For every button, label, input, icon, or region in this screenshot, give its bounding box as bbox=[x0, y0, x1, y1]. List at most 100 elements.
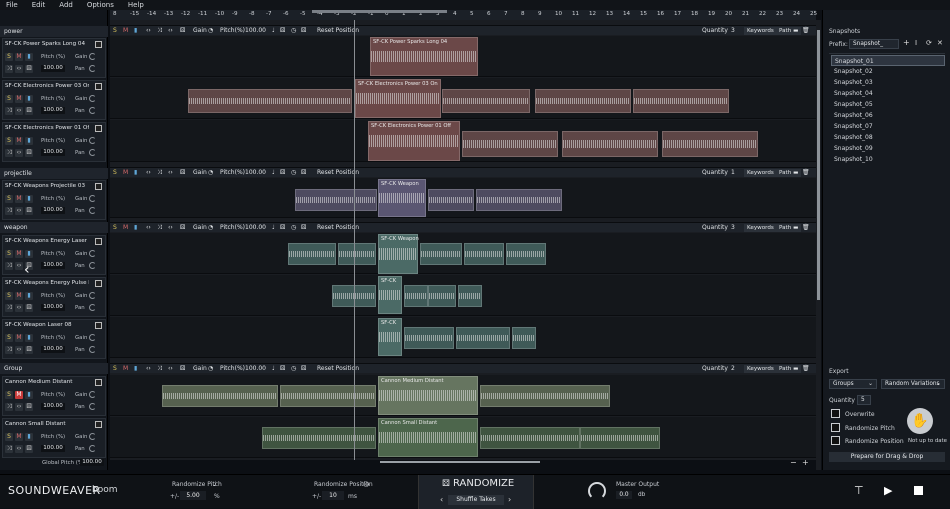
horizontal-scrollbar[interactable] bbox=[380, 461, 540, 463]
pan-knob[interactable] bbox=[89, 346, 96, 353]
dice-icon[interactable]: ⚄ bbox=[25, 207, 33, 215]
mute-button[interactable]: M bbox=[15, 250, 23, 258]
clip-active[interactable]: SF-CK Weapon bbox=[378, 179, 426, 217]
clip-active[interactable]: SF-CK Power Sparks Long 04 bbox=[370, 37, 478, 76]
snapshot-item[interactable]: Snapshot_08 bbox=[831, 132, 945, 143]
gain-knob[interactable] bbox=[89, 433, 96, 440]
quantity-value[interactable]: 2 bbox=[731, 365, 735, 372]
pan-knob[interactable] bbox=[89, 207, 96, 214]
expand-icon[interactable]: ‹› bbox=[168, 27, 173, 34]
clip[interactable] bbox=[162, 385, 278, 407]
drag-hand-icon[interactable]: ✋ bbox=[907, 408, 933, 434]
mute-button[interactable]: M bbox=[15, 292, 23, 300]
track-select-checkbox[interactable] bbox=[95, 280, 102, 287]
lock-icon[interactable]: ▮ bbox=[25, 250, 33, 258]
lock-icon[interactable]: ▮ bbox=[134, 169, 137, 176]
snapshot-item[interactable]: Snapshot_06 bbox=[831, 110, 945, 121]
mute-button[interactable]: M bbox=[15, 95, 23, 103]
clip[interactable] bbox=[562, 131, 658, 157]
track-select-checkbox[interactable] bbox=[95, 41, 102, 48]
dice-icon[interactable]: ⚄ bbox=[25, 149, 33, 157]
clip-active[interactable]: SF-CK Weapon bbox=[378, 234, 418, 274]
mute-button[interactable]: M bbox=[15, 433, 23, 441]
group-header-projectile[interactable]: projectile bbox=[0, 168, 108, 179]
arrows-icon[interactable]: ‹› bbox=[15, 304, 23, 312]
shuffle-icon[interactable]: ⤨ bbox=[5, 65, 13, 73]
clip-active[interactable]: Cannon Medium Distant bbox=[378, 376, 478, 415]
track-select-checkbox[interactable] bbox=[95, 379, 102, 386]
track-weapon-3[interactable]: SF-CK Weapon Laser 08SM▮⤨‹›⚄Pitch (%)100… bbox=[2, 319, 106, 359]
snapshot-item[interactable]: Snapshot_07 bbox=[831, 121, 945, 132]
clip-active[interactable]: SF-CK Electronics Power 03 On bbox=[355, 79, 441, 118]
lane-weapon-1[interactable] bbox=[110, 233, 816, 274]
cursor-tool-icon[interactable]: ⊤ bbox=[854, 484, 864, 497]
rand-pitch-input[interactable]: 5.00 bbox=[180, 491, 206, 500]
prepare-drag-drop-button[interactable]: Prepare for Drag & Drop bbox=[829, 452, 945, 462]
ruler-range-handle[interactable] bbox=[312, 10, 447, 13]
delete-snapshot-icon[interactable]: ✕ bbox=[937, 39, 943, 47]
pitch-input[interactable]: 100.00 bbox=[245, 169, 266, 176]
dice-icon[interactable]: ⚄ bbox=[301, 365, 306, 372]
track-select-checkbox[interactable] bbox=[95, 125, 102, 132]
clip[interactable] bbox=[462, 131, 558, 157]
stop-icon[interactable] bbox=[914, 486, 923, 495]
snapshot-item[interactable]: Snapshot_05 bbox=[831, 99, 945, 110]
menu-edit[interactable]: Edit bbox=[32, 1, 46, 9]
dice-icon[interactable]: ⚄ bbox=[180, 27, 185, 34]
gain-knob[interactable] bbox=[89, 195, 96, 202]
lock-icon[interactable]: ▮ bbox=[134, 27, 137, 34]
mute-button[interactable]: M bbox=[123, 27, 128, 34]
lock-icon[interactable]: ▮ bbox=[25, 95, 33, 103]
clip[interactable] bbox=[262, 427, 376, 449]
path-button[interactable]: Path ▬ bbox=[776, 27, 801, 35]
pitch-input[interactable]: 100.00 bbox=[41, 65, 65, 72]
expand-icon[interactable]: ‹› bbox=[168, 169, 173, 176]
clip[interactable] bbox=[580, 427, 660, 449]
group-header-power[interactable]: power bbox=[0, 26, 108, 37]
clip[interactable] bbox=[280, 385, 376, 407]
rand-pos-input[interactable]: 10 bbox=[322, 491, 344, 500]
gain-knob[interactable] bbox=[89, 292, 96, 299]
shuffle-icon[interactable]: ⤨ bbox=[5, 445, 13, 453]
lock-icon[interactable]: ▮ bbox=[25, 195, 33, 203]
reset-position-button[interactable]: Reset Position bbox=[317, 365, 359, 372]
solo-button[interactable]: S bbox=[113, 365, 117, 372]
gain-knob-icon[interactable]: ◔ bbox=[208, 27, 213, 34]
dice-icon[interactable]: ⚄ bbox=[25, 107, 33, 115]
snapshot-item[interactable]: Snapshot_10 bbox=[831, 154, 945, 165]
track-group-2[interactable]: Cannon Small DistantSM▮⤨‹›⚄Pitch (%)100.… bbox=[2, 418, 106, 458]
zoom-out-icon[interactable]: − bbox=[790, 458, 797, 467]
track-weapon-2[interactable]: SF-CK Weapons Energy Pulse Me...SM▮⤨‹›⚄P… bbox=[2, 277, 106, 317]
track-power-3[interactable]: SF-CK Electronics Power 01 OffSM▮⤨‹›⚄Pit… bbox=[2, 122, 106, 162]
mute-button[interactable]: M bbox=[15, 334, 23, 342]
mute-button[interactable]: M bbox=[15, 195, 23, 203]
reset-position-button[interactable]: Reset Position bbox=[317, 224, 359, 231]
snapshot-item[interactable]: Snapshot_09 bbox=[831, 143, 945, 154]
clip[interactable] bbox=[662, 131, 758, 157]
pan-knob[interactable] bbox=[89, 304, 96, 311]
clip[interactable] bbox=[420, 243, 462, 265]
path-button[interactable]: Path ▬ bbox=[776, 224, 801, 232]
solo-button[interactable]: S bbox=[113, 27, 117, 34]
lock-icon[interactable]: ▮ bbox=[25, 391, 33, 399]
clip-active[interactable]: SF-CK Electronics Power 01 Off bbox=[368, 121, 460, 161]
gain-knob-icon[interactable]: ◔ bbox=[208, 365, 213, 372]
shuffle-icon[interactable]: ⤨ bbox=[5, 304, 13, 312]
clip-active[interactable]: Cannon Small Distant bbox=[378, 418, 478, 457]
timeline-ruler[interactable]: 8-15-14-13-12-11-10-9-8-7-6-5-4-3-2-1012… bbox=[110, 10, 816, 20]
keywords-button[interactable]: Keywords bbox=[744, 224, 777, 232]
mute-button[interactable]: M bbox=[15, 137, 23, 145]
lock-icon[interactable]: ▮ bbox=[25, 334, 33, 342]
solo-button[interactable]: S bbox=[5, 137, 13, 145]
track-projectile-1[interactable]: SF-CK Weapons Projectile 03SM▮⤨‹›⚄Pitch … bbox=[2, 180, 106, 220]
randomize-pitch-checkbox[interactable] bbox=[831, 423, 840, 432]
pan-knob[interactable] bbox=[89, 445, 96, 452]
solo-button[interactable]: S bbox=[5, 53, 13, 61]
group-header-group[interactable]: Group bbox=[0, 363, 108, 374]
arrows-icon[interactable]: ‹› bbox=[15, 207, 23, 215]
solo-button[interactable]: S bbox=[5, 292, 13, 300]
shuffle-icon[interactable]: ⤨ bbox=[5, 403, 13, 411]
clip[interactable] bbox=[512, 327, 536, 349]
timeline[interactable]: SM▮‹›⤨‹›⚄Gain◔Pitch(%)100.00♩⚄◷⚄Reset Po… bbox=[110, 20, 816, 460]
dice-icon[interactable]: ⚄ bbox=[180, 224, 185, 231]
